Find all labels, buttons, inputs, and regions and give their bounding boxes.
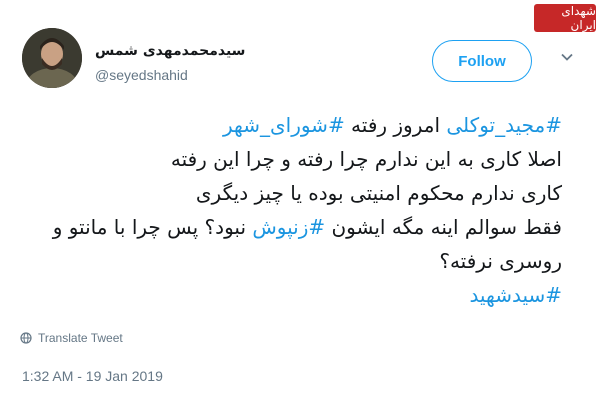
tweet-line-6: #سیدشهید xyxy=(20,278,562,312)
tweet-text-fragment: نبود؟ پس چرا با مانتو و xyxy=(52,215,253,239)
tweet-line-2: اصلا کاری به این ندارم چرا رفته و چرا ای… xyxy=(170,147,562,171)
hashtag-link[interactable]: #زنپوش xyxy=(252,215,325,239)
follow-button[interactable]: Follow xyxy=(432,40,532,82)
avatar-image xyxy=(22,28,82,88)
watermark-text: شهدای ایران xyxy=(561,4,596,32)
chevron-down-icon[interactable] xyxy=(560,50,574,64)
tweet-text-fragment: امروز رفته xyxy=(344,113,447,137)
hashtag-link[interactable]: #سیدشهید xyxy=(469,283,562,307)
hashtag-link[interactable]: #شورای_شهر xyxy=(223,113,345,137)
watermark-logo: شهدای ایران xyxy=(534,4,596,32)
tweet-timestamp[interactable]: 1:32 AM - 19 Jan 2019 xyxy=(22,368,163,384)
tweet-line-5: روسری نرفته؟ xyxy=(439,249,562,273)
tweet-text: #مجید_توکلی امروز رفته #شورای_شهر اصلا ک… xyxy=(20,108,562,312)
avatar[interactable] xyxy=(22,28,82,88)
display-name-text[interactable]: سیدمحمدمهدی شمس xyxy=(95,43,245,59)
globe-icon xyxy=(20,332,32,344)
tweet-line-4: فقط سوالم اینه مگه ایشون #زنپوش نبود؟ پس… xyxy=(20,210,562,244)
translate-tweet-link[interactable]: Translate Tweet xyxy=(20,331,123,345)
tweet-line-1: #مجید_توکلی امروز رفته #شورای_شهر xyxy=(20,108,562,142)
tweet-line-3: کاری ندارم محکوم امنیتی بوده یا چیز دیگر… xyxy=(195,181,562,205)
translate-label[interactable]: Translate Tweet xyxy=(38,331,123,345)
author-handle[interactable]: @seyedshahid xyxy=(95,67,188,83)
hashtag-link[interactable]: #مجید_توکلی xyxy=(446,113,562,137)
tweet-text-fragment: فقط سوالم اینه مگه ایشون xyxy=(325,215,562,239)
